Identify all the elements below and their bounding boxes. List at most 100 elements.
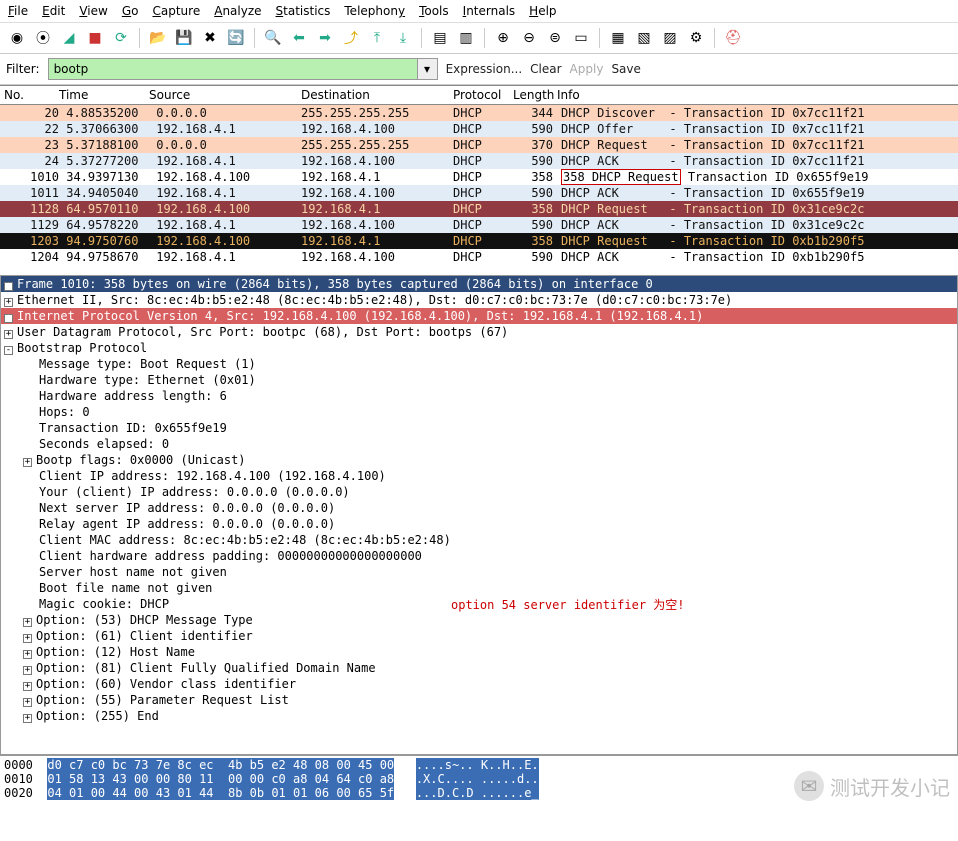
detail-option[interactable]: +Option: (12) Host Name bbox=[1, 644, 957, 660]
expand-icon[interactable]: + bbox=[4, 314, 13, 323]
collapse-icon[interactable]: - bbox=[4, 346, 13, 355]
clear-button[interactable]: Clear bbox=[530, 62, 561, 76]
coloring-rules-icon[interactable]: ▨ bbox=[659, 27, 681, 49]
close-icon[interactable]: ✖ bbox=[199, 27, 221, 49]
detail-bootp[interactable]: -Bootstrap Protocol bbox=[1, 340, 957, 356]
col-length[interactable]: Length bbox=[509, 86, 549, 104]
menu-view[interactable]: View bbox=[79, 4, 107, 18]
detail-option[interactable]: +Option: (53) DHCP Message Type bbox=[1, 612, 957, 628]
expand-icon[interactable]: + bbox=[23, 714, 32, 723]
expand-icon[interactable]: + bbox=[23, 618, 32, 627]
col-time[interactable]: Time bbox=[55, 86, 145, 104]
find-icon[interactable]: 🔍 bbox=[262, 27, 284, 49]
packet-row[interactable]: 1204 94.9758670 192.168.4.1192.168.4.100… bbox=[0, 249, 958, 265]
detail-option[interactable]: +Option: (255) End bbox=[1, 708, 957, 724]
col-protocol[interactable]: Protocol bbox=[449, 86, 509, 104]
open-icon[interactable]: 📂 bbox=[147, 27, 169, 49]
detail-ethernet[interactable]: +Ethernet II, Src: 8c:ec:4b:b5:e2:48 (8c… bbox=[1, 292, 957, 308]
col-source[interactable]: Source bbox=[145, 86, 297, 104]
detail-line[interactable]: Hardware address length: 6 bbox=[1, 388, 957, 404]
expand-icon[interactable]: + bbox=[23, 698, 32, 707]
last-icon[interactable]: ⤓ bbox=[392, 27, 414, 49]
detail-line[interactable]: Next server IP address: 0.0.0.0 (0.0.0.0… bbox=[1, 500, 957, 516]
reload-icon[interactable]: 🔄 bbox=[225, 27, 247, 49]
capture-filters-icon[interactable]: ▦ bbox=[607, 27, 629, 49]
detail-frame[interactable]: +Frame 1010: 358 bytes on wire (2864 bit… bbox=[1, 276, 957, 292]
detail-ip[interactable]: +Internet Protocol Version 4, Src: 192.1… bbox=[1, 308, 957, 324]
detail-line[interactable]: Your (client) IP address: 0.0.0.0 (0.0.0… bbox=[1, 484, 957, 500]
menu-help[interactable]: Help bbox=[529, 4, 556, 18]
detail-option[interactable]: +Option: (61) Client identifier bbox=[1, 628, 957, 644]
goto-icon[interactable]: ⤴ bbox=[340, 27, 362, 49]
expand-icon[interactable]: + bbox=[23, 650, 32, 659]
detail-option[interactable]: +Option: (81) Client Fully Qualified Dom… bbox=[1, 660, 957, 676]
menu-capture[interactable]: Capture bbox=[152, 4, 200, 18]
packet-row[interactable]: 20 4.88535200 0.0.0.0255.255.255.255DHCP… bbox=[0, 105, 958, 121]
restart-capture-icon[interactable]: ⟳ bbox=[110, 27, 132, 49]
forward-icon[interactable]: ➡ bbox=[314, 27, 336, 49]
apply-button[interactable]: Apply bbox=[570, 62, 604, 76]
packet-list[interactable]: 20 4.88535200 0.0.0.0255.255.255.255DHCP… bbox=[0, 105, 958, 265]
menu-edit[interactable]: Edit bbox=[42, 4, 65, 18]
detail-line[interactable]: Seconds elapsed: 0 bbox=[1, 436, 957, 452]
menu-statistics[interactable]: Statistics bbox=[276, 4, 331, 18]
filter-dropdown-icon[interactable]: ▾ bbox=[418, 58, 438, 80]
hex-line[interactable]: 0000 d0 c7 c0 bc 73 7e 8c ec 4b b5 e2 48… bbox=[4, 758, 954, 772]
packet-row[interactable]: 1203 94.9750760 192.168.4.100192.168.4.1… bbox=[0, 233, 958, 249]
back-icon[interactable]: ⬅ bbox=[288, 27, 310, 49]
packet-details[interactable]: +Frame 1010: 358 bytes on wire (2864 bit… bbox=[0, 275, 958, 755]
packet-row[interactable]: 23 5.37188100 0.0.0.0255.255.255.255DHCP… bbox=[0, 137, 958, 153]
detail-line[interactable]: Client hardware address padding: 0000000… bbox=[1, 548, 957, 564]
zoom-out-icon[interactable]: ⊖ bbox=[518, 27, 540, 49]
menu-analyze[interactable]: Analyze bbox=[214, 4, 261, 18]
detail-line[interactable]: Server host name not given bbox=[1, 564, 957, 580]
expression-button[interactable]: Expression... bbox=[446, 62, 523, 76]
expand-icon[interactable]: + bbox=[4, 330, 13, 339]
packet-row[interactable]: 1011 34.9405040 192.168.4.1192.168.4.100… bbox=[0, 185, 958, 201]
expand-icon[interactable]: + bbox=[4, 282, 13, 291]
col-info[interactable]: Info bbox=[549, 86, 958, 104]
resize-columns-icon[interactable]: ▭ bbox=[570, 27, 592, 49]
detail-line[interactable]: Client IP address: 192.168.4.100 (192.16… bbox=[1, 468, 957, 484]
col-no[interactable]: No. bbox=[0, 86, 55, 104]
packet-row[interactable]: 24 5.37277200 192.168.4.1192.168.4.100DH… bbox=[0, 153, 958, 169]
packet-row[interactable]: 22 5.37066300 192.168.4.1192.168.4.100DH… bbox=[0, 121, 958, 137]
autoscroll-icon[interactable]: ▥ bbox=[455, 27, 477, 49]
detail-line[interactable]: Client MAC address: 8c:ec:4b:b5:e2:48 (8… bbox=[1, 532, 957, 548]
packet-row[interactable]: 1128 64.9570110 192.168.4.100192.168.4.1… bbox=[0, 201, 958, 217]
display-filters-icon[interactable]: ▧ bbox=[633, 27, 655, 49]
detail-option[interactable]: +Option: (55) Parameter Request List bbox=[1, 692, 957, 708]
col-destination[interactable]: Destination bbox=[297, 86, 449, 104]
expand-icon[interactable]: + bbox=[23, 666, 32, 675]
detail-udp[interactable]: +User Datagram Protocol, Src Port: bootp… bbox=[1, 324, 957, 340]
menu-file[interactable]: File bbox=[8, 4, 28, 18]
interfaces-icon[interactable]: ◉ bbox=[6, 27, 28, 49]
detail-option[interactable]: +Option: (60) Vendor class identifier bbox=[1, 676, 957, 692]
expand-icon[interactable]: + bbox=[23, 682, 32, 691]
expand-icon[interactable]: + bbox=[23, 634, 32, 643]
menu-telephony[interactable]: Telephony bbox=[344, 4, 405, 18]
filter-input[interactable] bbox=[48, 58, 418, 80]
colorize-icon[interactable]: ▤ bbox=[429, 27, 451, 49]
detail-line[interactable]: Message type: Boot Request (1) bbox=[1, 356, 957, 372]
menu-go[interactable]: Go bbox=[122, 4, 139, 18]
preferences-icon[interactable]: ⚙ bbox=[685, 27, 707, 49]
first-icon[interactable]: ⤒ bbox=[366, 27, 388, 49]
detail-line[interactable]: Hops: 0 bbox=[1, 404, 957, 420]
stop-capture-icon[interactable]: ■ bbox=[84, 27, 106, 49]
save-button[interactable]: Save bbox=[611, 62, 640, 76]
menu-tools[interactable]: Tools bbox=[419, 4, 449, 18]
packet-row[interactable]: 1010 34.9397130 192.168.4.100192.168.4.1… bbox=[0, 169, 958, 185]
zoom-reset-icon[interactable]: ⊜ bbox=[544, 27, 566, 49]
detail-bootp-flags[interactable]: +Bootp flags: 0x0000 (Unicast) bbox=[1, 452, 957, 468]
zoom-in-icon[interactable]: ⊕ bbox=[492, 27, 514, 49]
detail-line[interactable]: Hardware type: Ethernet (0x01) bbox=[1, 372, 957, 388]
detail-line[interactable]: Relay agent IP address: 0.0.0.0 (0.0.0.0… bbox=[1, 516, 957, 532]
packet-row[interactable]: 1129 64.9578220 192.168.4.1192.168.4.100… bbox=[0, 217, 958, 233]
help-icon[interactable]: ⛑ bbox=[722, 27, 744, 49]
start-capture-icon[interactable]: ◢ bbox=[58, 27, 80, 49]
options-icon[interactable]: ⦿ bbox=[32, 27, 54, 49]
detail-line[interactable]: Transaction ID: 0x655f9e19 bbox=[1, 420, 957, 436]
expand-icon[interactable]: + bbox=[4, 298, 13, 307]
menu-internals[interactable]: Internals bbox=[463, 4, 516, 18]
